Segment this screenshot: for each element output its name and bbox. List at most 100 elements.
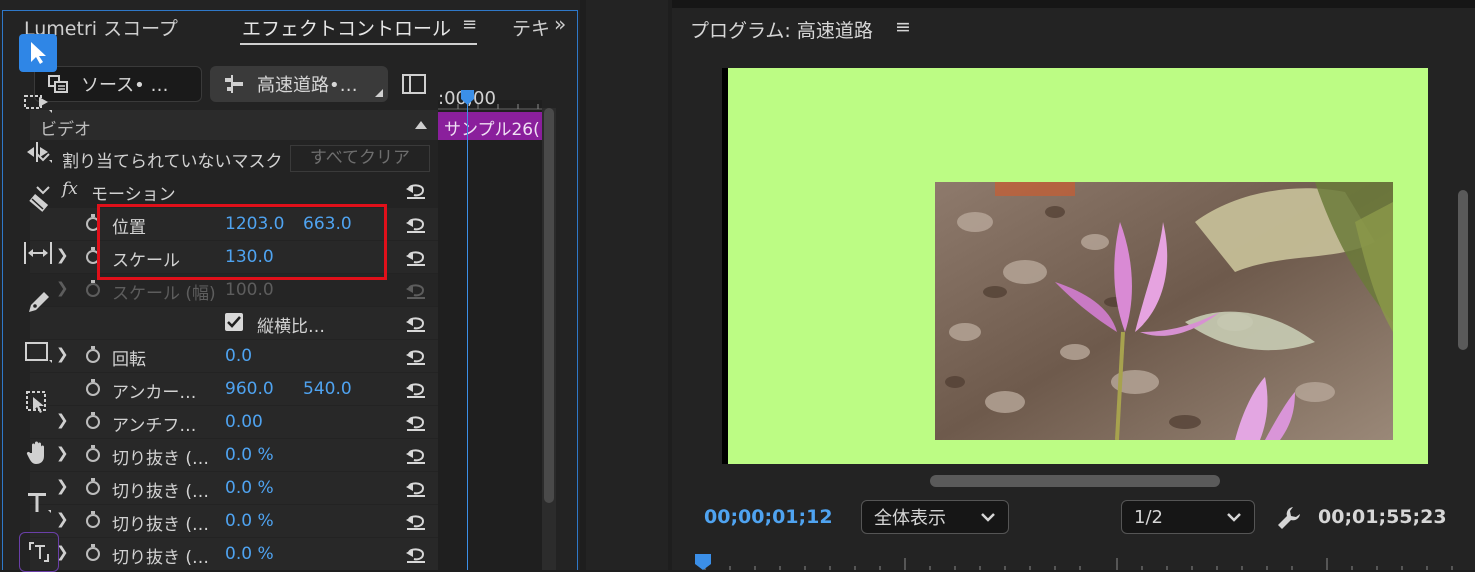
panel-menu-icon[interactable]: ≡ <box>462 14 477 35</box>
stopwatch-icon[interactable] <box>86 445 100 462</box>
monitor-menu-icon[interactable]: ≡ <box>895 16 911 38</box>
property-label: 切り抜き (… <box>112 449 210 469</box>
stopwatch-icon[interactable] <box>86 412 100 429</box>
anchor-x-value[interactable]: 960.0 <box>225 379 274 399</box>
ripple-edit-tool[interactable] <box>19 134 57 172</box>
crop-value[interactable]: 0.0 % <box>225 544 274 564</box>
clip-bar[interactable]: サンプル26( <box>438 112 542 140</box>
reset-icon[interactable] <box>405 313 427 333</box>
slip-icon <box>24 242 52 264</box>
fx-badge[interactable]: fx <box>62 179 78 199</box>
stopwatch-icon[interactable] <box>86 379 100 396</box>
reset-icon[interactable] <box>405 247 427 267</box>
scrollbar-thumb[interactable] <box>544 108 554 503</box>
collapse-up-icon[interactable] <box>415 121 427 129</box>
property-label: 切り抜き (… <box>112 548 210 568</box>
checkmark-icon <box>227 316 241 328</box>
reset-icon[interactable] <box>405 346 427 366</box>
wrench-icon[interactable] <box>1276 505 1302 531</box>
chevron-down-icon <box>1227 513 1241 522</box>
property-label: 縦横比… <box>257 317 325 337</box>
toggle-timeline-icon[interactable] <box>402 74 426 94</box>
reset-icon[interactable] <box>405 379 427 399</box>
chevron-right-icon[interactable]: ❯ <box>56 411 69 429</box>
sequence-clip-selector[interactable]: 高速道路•… <box>210 66 388 102</box>
playhead-handle[interactable] <box>459 90 476 106</box>
hand-icon <box>26 441 44 464</box>
chevron-right-icon[interactable]: ❯ <box>56 510 69 528</box>
reset-icon[interactable] <box>405 544 427 564</box>
effect-timeline-area[interactable] <box>438 100 542 570</box>
reset-icon[interactable] <box>405 412 427 432</box>
slip-tool[interactable] <box>19 234 57 272</box>
tab-effect-controls[interactable]: エフェクトコントロール <box>242 14 451 41</box>
caption-icon <box>29 542 49 562</box>
pen-tool[interactable] <box>19 284 57 322</box>
video-section-header <box>30 110 438 140</box>
panel-top-gap <box>672 0 1475 8</box>
property-label: 切り抜き (… <box>112 515 210 535</box>
program-monitor-title[interactable]: プログラム: 高速道路 <box>690 16 873 43</box>
chevron-right-icon[interactable]: ❯ <box>56 246 69 264</box>
clear-all-button[interactable]: すべてクリア <box>290 145 430 172</box>
rectangle-tool[interactable] <box>19 334 57 372</box>
active-tab-underline <box>240 43 477 45</box>
uniform-scale-checkbox[interactable] <box>225 313 243 331</box>
overflow-tabs-icon[interactable]: » <box>554 12 566 36</box>
remix-tool[interactable] <box>19 384 57 422</box>
program-time-ruler[interactable] <box>690 552 1475 570</box>
chevron-right-icon[interactable]: ❯ <box>56 345 69 363</box>
chevron-right-icon[interactable]: ❯ <box>56 477 69 495</box>
reset-icon[interactable] <box>405 478 427 498</box>
type-icon <box>28 493 51 513</box>
razor-tool[interactable] <box>19 184 57 222</box>
property-label: 回転 <box>112 350 146 370</box>
rectangle-icon <box>25 342 52 363</box>
monitor-vertical-scrollbar[interactable] <box>1458 190 1468 350</box>
tab-text[interactable]: テキ <box>512 14 550 41</box>
resolution-dropdown[interactable]: 1/2 <box>1121 500 1255 534</box>
anchor-y-value[interactable]: 540.0 <box>303 379 352 399</box>
tools-panel <box>586 0 668 570</box>
source-clip-label: ソース• … <box>81 75 169 96</box>
property-label: スケール (幅) <box>112 284 216 304</box>
track-select-tool[interactable] <box>19 84 57 122</box>
stopwatch-icon[interactable] <box>86 544 100 561</box>
track-select-icon <box>24 95 52 113</box>
playhead-timecode[interactable]: 00;00;01;12 <box>704 506 833 528</box>
rotation-value[interactable]: 0.0 <box>225 346 252 366</box>
video-frame-image[interactable] <box>935 182 1393 440</box>
stopwatch-icon[interactable] <box>86 511 100 528</box>
caption-tool[interactable] <box>19 532 59 572</box>
chevron-right-icon[interactable]: ❯ <box>56 444 69 462</box>
crop-value[interactable]: 0.0 % <box>225 511 274 531</box>
timeline-ruler <box>438 104 542 110</box>
playhead-line <box>467 100 468 570</box>
reset-icon <box>406 284 425 299</box>
source-clip-selector[interactable]: ソース• … <box>34 66 202 102</box>
crop-value[interactable]: 0.0 % <box>225 445 274 465</box>
reset-icon[interactable] <box>405 511 427 531</box>
stopwatch-icon <box>86 280 100 297</box>
zoom-level-value: 全体表示 <box>874 508 946 529</box>
selection-tool[interactable] <box>19 34 57 72</box>
scale-width-value: 100.0 <box>225 280 274 300</box>
hand-tool[interactable] <box>19 434 57 472</box>
motion-label: モーション <box>91 185 176 205</box>
chevron-right-icon[interactable]: ❯ <box>56 279 69 297</box>
antiflicker-value[interactable]: 0.00 <box>225 412 263 432</box>
property-label: 切り抜き (… <box>112 482 210 502</box>
stopwatch-icon[interactable] <box>86 478 100 495</box>
monitor-horizontal-scrollbar[interactable] <box>930 475 1220 487</box>
reset-icon[interactable] <box>405 180 427 200</box>
duration-timecode: 00;01;55;23 <box>1318 506 1447 528</box>
reset-icon[interactable] <box>405 214 427 234</box>
stopwatch-icon[interactable] <box>86 346 100 363</box>
panel-vertical-scrollbar[interactable] <box>542 108 556 570</box>
sequence-clip-label: 高速道路•… <box>257 75 358 96</box>
reset-icon[interactable] <box>405 445 427 465</box>
crop-value[interactable]: 0.0 % <box>225 478 274 498</box>
type-tool[interactable] <box>19 484 57 522</box>
zoom-level-dropdown[interactable]: 全体表示 <box>861 500 1009 534</box>
dropdown-corner-icon <box>375 89 383 97</box>
